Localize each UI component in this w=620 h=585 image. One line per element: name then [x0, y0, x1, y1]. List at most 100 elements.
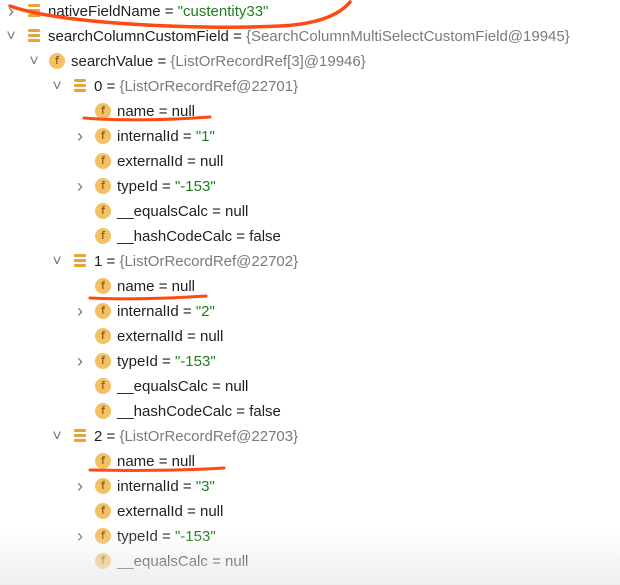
- chevron-right-icon[interactable]: ›: [73, 524, 87, 549]
- chevron-right-icon[interactable]: ›: [73, 174, 87, 199]
- chevron-down-icon[interactable]: ˅: [50, 74, 64, 99]
- variable-value: null: [171, 278, 195, 295]
- variable-entry: internalId = "1": [117, 124, 215, 149]
- field-icon: f: [95, 203, 111, 219]
- variable-name: name: [117, 103, 155, 120]
- field-icon: f: [95, 228, 111, 244]
- variable-entry: __hashCodeCalc = false: [117, 399, 281, 424]
- tree-row[interactable]: › nativeFieldName = "custentity33": [0, 0, 620, 24]
- variable-value: "-153": [174, 353, 216, 370]
- variable-value: {SearchColumnMultiSelectCustomField@1994…: [246, 28, 570, 45]
- variable-entry: 2 = {ListOrRecordRef@22703}: [94, 424, 298, 449]
- tree-row[interactable]: f __hashCodeCalc = false: [0, 399, 620, 424]
- array-icon: [74, 254, 86, 268]
- equals-sign: =: [157, 53, 167, 70]
- variable-name: searchColumnCustomField: [48, 28, 229, 45]
- tree-row[interactable]: f externalId = null: [0, 324, 620, 349]
- variable-entry: searchColumnCustomField = {SearchColumnM…: [48, 24, 570, 49]
- variable-value: null: [199, 153, 224, 170]
- field-icon: f: [95, 103, 111, 119]
- variable-entry: externalId = null: [117, 149, 223, 174]
- equals-sign: =: [164, 3, 174, 20]
- variable-value: null: [199, 503, 224, 520]
- variable-entry: nativeFieldName = "custentity33": [48, 0, 268, 24]
- variable-value: "2": [195, 303, 215, 320]
- field-icon: f: [95, 553, 111, 569]
- variable-entry: name = null: [117, 99, 195, 124]
- variable-entry: __equalsCalc = null: [117, 374, 248, 399]
- tree-row[interactable]: › f typeId = "-153": [0, 174, 620, 199]
- tree-row[interactable]: f __equalsCalc = null: [0, 374, 620, 399]
- field-icon: f: [95, 303, 111, 319]
- variable-name: typeId: [117, 178, 158, 195]
- chevron-right-icon[interactable]: ›: [4, 0, 18, 24]
- chevron-down-icon[interactable]: ˅: [50, 249, 64, 274]
- equals-sign: =: [187, 328, 196, 345]
- variable-value: {ListOrRecordRef@22702}: [119, 253, 299, 270]
- variable-name: externalId: [117, 503, 183, 520]
- chevron-down-icon[interactable]: ˅: [4, 24, 18, 49]
- equals-sign: =: [162, 178, 171, 195]
- variable-entry: internalId = "2": [117, 299, 215, 324]
- tree-row[interactable]: › f internalId = "2": [0, 299, 620, 324]
- field-icon: f: [95, 128, 111, 144]
- tree-row[interactable]: f name = null: [0, 449, 620, 474]
- tree-row[interactable]: f externalId = null: [0, 149, 620, 174]
- tree-row[interactable]: f name = null: [0, 99, 620, 124]
- equals-sign: =: [182, 128, 192, 145]
- equals-sign: =: [233, 28, 242, 45]
- field-icon: f: [95, 403, 111, 419]
- tree-row[interactable]: f __equalsCalc = null: [0, 549, 620, 574]
- variable-value: {ListOrRecordRef@22701}: [119, 78, 299, 95]
- equals-sign: =: [182, 478, 192, 495]
- tree-row[interactable]: f name = null: [0, 274, 620, 299]
- variable-entry: typeId = "-153": [117, 524, 216, 549]
- variable-entry: externalId = null: [117, 324, 223, 349]
- tree-row[interactable]: › f internalId = "3": [0, 474, 620, 499]
- tree-row[interactable]: › f typeId = "-153": [0, 349, 620, 374]
- tree-row[interactable]: › f internalId = "1": [0, 124, 620, 149]
- equals-sign: =: [106, 428, 116, 445]
- variable-value: null: [225, 378, 249, 395]
- tree-row[interactable]: ˅ searchColumnCustomField = {SearchColumn…: [0, 24, 620, 49]
- array-icon: [74, 79, 86, 93]
- debugger-variables-tree: › nativeFieldName = "custentity33" ˅ search…: [0, 0, 620, 585]
- field-icon: f: [95, 378, 111, 394]
- tree-row[interactable]: f __equalsCalc = null: [0, 199, 620, 224]
- field-icon: f: [49, 53, 65, 69]
- tree-row[interactable]: ˅ 0 = {ListOrRecordRef@22701}: [0, 74, 620, 99]
- variable-name: __equalsCalc: [117, 203, 208, 220]
- variable-name: internalId: [117, 478, 179, 495]
- variable-name: name: [117, 278, 155, 295]
- tree-row[interactable]: ˅ 2 = {ListOrRecordRef@22703}: [0, 424, 620, 449]
- variable-name: name: [117, 453, 155, 470]
- tree-row[interactable]: ˅ 1 = {ListOrRecordRef@22702}: [0, 249, 620, 274]
- variable-name: typeId: [117, 353, 158, 370]
- variable-value: "-153": [174, 178, 216, 195]
- variable-entry: name = null: [117, 449, 195, 474]
- tree-row[interactable]: ˅ f searchValue = {ListOrRecordRef[3]@1994…: [0, 49, 620, 74]
- variable-value: null: [171, 453, 195, 470]
- variable-name: 0: [94, 78, 103, 95]
- field-icon: f: [95, 353, 111, 369]
- field-icon: f: [95, 153, 111, 169]
- chevron-right-icon[interactable]: ›: [73, 349, 87, 374]
- field-icon: f: [95, 178, 111, 194]
- tree-row[interactable]: f __hashCodeCalc = false: [0, 224, 620, 249]
- equals-sign: =: [158, 103, 168, 120]
- chevron-down-icon[interactable]: ˅: [50, 424, 64, 449]
- chevron-right-icon[interactable]: ›: [73, 474, 87, 499]
- array-icon: [28, 29, 40, 43]
- chevron-right-icon[interactable]: ›: [73, 124, 87, 149]
- variable-entry: __equalsCalc = null: [117, 549, 248, 574]
- variable-name: 2: [94, 428, 103, 445]
- tree-row[interactable]: › f typeId = "-153": [0, 524, 620, 549]
- variable-value: false: [249, 228, 281, 245]
- equals-sign: =: [106, 253, 116, 270]
- tree-row[interactable]: f externalId = null: [0, 499, 620, 524]
- chevron-right-icon[interactable]: ›: [73, 299, 87, 324]
- equals-sign: =: [106, 78, 116, 95]
- variable-entry: internalId = "3": [117, 474, 215, 499]
- equals-sign: =: [187, 503, 196, 520]
- chevron-down-icon[interactable]: ˅: [27, 49, 41, 74]
